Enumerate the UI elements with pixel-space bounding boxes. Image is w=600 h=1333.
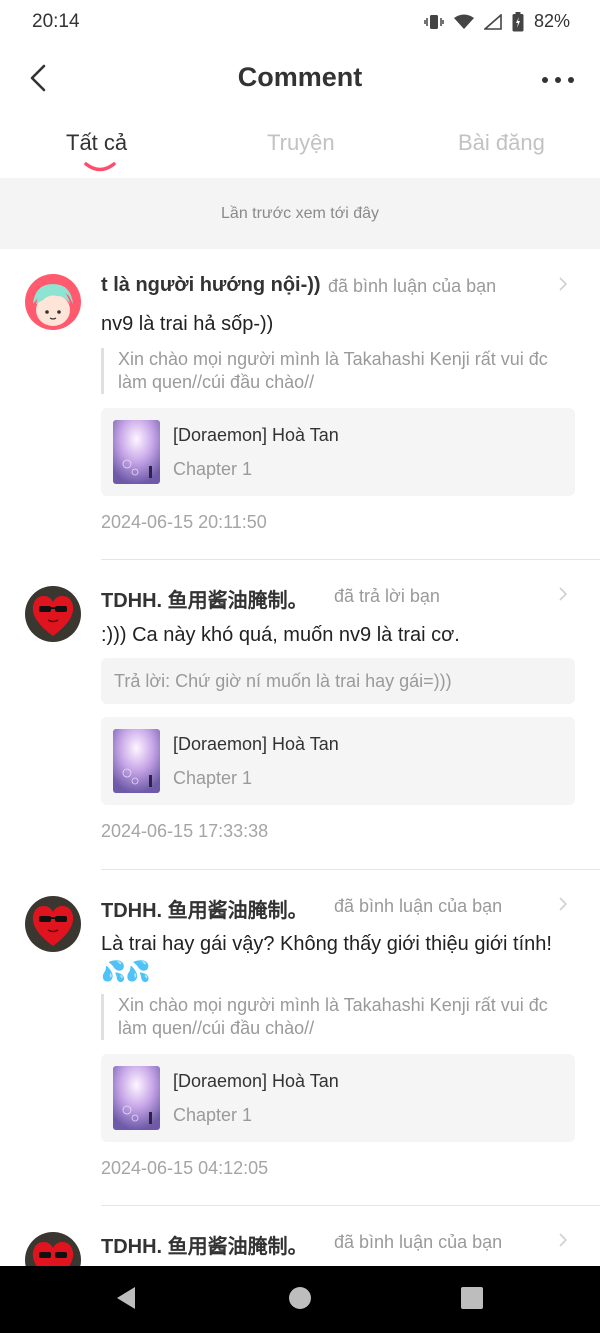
more-options-button[interactable] [536, 62, 580, 98]
timestamp: 2024-06-15 04:12:05 [101, 1158, 269, 1178]
comment-text: Là trai hay gái vậy? Không thấy giới thi… [101, 933, 552, 983]
active-tab-indicator [84, 160, 116, 172]
story-cover [113, 1066, 160, 1130]
tab-bar: Tất cả Truyện Bài đăng [0, 116, 600, 179]
nav-back-icon [113, 1285, 139, 1316]
action-text: đã bình luận của bạn [334, 896, 503, 916]
chevron-right-icon[interactable] [558, 586, 568, 607]
username[interactable]: t là người hướng nội-)) [101, 274, 321, 297]
chevron-right-icon[interactable] [558, 896, 568, 917]
chevron-right-icon[interactable] [558, 1232, 568, 1253]
more-dots-icon [541, 71, 575, 89]
timestamp: 2024-06-15 20:11:50 [101, 512, 267, 532]
status-bar: 20:14 82% [0, 0, 600, 44]
username[interactable]: TDHH. 鱼用酱油腌制。 [101, 584, 308, 613]
action-text: đã bình luận của bạn [334, 1232, 503, 1252]
nav-home-icon [287, 1285, 313, 1316]
chevron-right-icon[interactable] [558, 276, 568, 297]
page-title: Comment [237, 62, 363, 92]
story-card[interactable]: [Doraemon] Hoà Tan Chapter 1 [101, 408, 575, 496]
quoted-text: Xin chào mọi người mình là Takahashi Ken… [101, 348, 572, 394]
chapter-label: Chapter 1 [173, 768, 253, 788]
comment-text: :))) Ca này khó quá, muốn nv9 là trai cơ… [101, 624, 460, 646]
wifi-icon [453, 14, 474, 30]
story-cover [113, 420, 160, 484]
username[interactable]: TDHH. 鱼用酱油腌制。 [101, 894, 308, 923]
story-title: [Doraemon] Hoà Tan [173, 734, 339, 754]
avatar[interactable] [25, 1232, 81, 1266]
notification-item[interactable]: TDHH. 鱼用酱油腌制。 đã bình luận của bạn Là tr… [0, 870, 600, 1206]
avatar[interactable] [25, 274, 81, 330]
tab-all[interactable]: Tất cả [66, 130, 127, 156]
status-icons: 82% [424, 11, 570, 32]
vibrate-icon [424, 13, 444, 31]
tab-posts[interactable]: Bài đăng [458, 130, 545, 156]
status-time: 20:14 [32, 11, 80, 32]
avatar[interactable] [25, 896, 81, 952]
username[interactable]: TDHH. 鱼用酱油腌制。 [101, 1230, 308, 1259]
reply-text: Trả lời: Chứ giờ ní muốn là trai hay gái… [101, 658, 575, 704]
system-nav-bar [0, 1266, 600, 1333]
timestamp: 2024-06-15 17:33:38 [101, 821, 269, 841]
nav-home-button[interactable] [284, 1284, 316, 1316]
story-cover [113, 729, 160, 793]
chapter-label: Chapter 1 [173, 459, 253, 479]
last-viewed-notice[interactable]: Lần trước xem tới đây [0, 178, 600, 249]
action-text: đã bình luận của bạn [328, 276, 497, 296]
quoted-text: Xin chào mọi người mình là Takahashi Ken… [101, 994, 572, 1040]
nav-back-button[interactable] [110, 1284, 142, 1316]
story-card[interactable]: [Doraemon] Hoà Tan Chapter 1 [101, 717, 575, 805]
battery-icon [512, 11, 524, 32]
avatar[interactable] [25, 586, 81, 642]
story-title: [Doraemon] Hoà Tan [173, 425, 339, 445]
notification-item[interactable]: t là người hướng nội-)) đã bình luận của… [0, 250, 600, 560]
chapter-label: Chapter 1 [173, 1105, 253, 1125]
tab-stories[interactable]: Truyện [267, 130, 335, 156]
story-card[interactable]: [Doraemon] Hoà Tan Chapter 1 [101, 1054, 575, 1142]
battery-percent: 82% [533, 11, 570, 31]
comment-text: nv9 là trai hả sốp-)) [101, 313, 274, 335]
action-text: đã trả lời bạn [334, 586, 440, 606]
nav-recents-icon [459, 1285, 485, 1316]
notification-item[interactable]: TDHH. 鱼用酱油腌制。 đã trả lời bạn :))) Ca này… [0, 560, 600, 870]
notification-item[interactable]: TDHH. 鱼用酱油腌制。 đã bình luận của bạn [0, 1206, 600, 1266]
signal-icon [483, 13, 502, 30]
story-title: [Doraemon] Hoà Tan [173, 1071, 339, 1091]
app-header: Comment [0, 44, 600, 116]
nav-recents-button[interactable] [456, 1284, 488, 1316]
